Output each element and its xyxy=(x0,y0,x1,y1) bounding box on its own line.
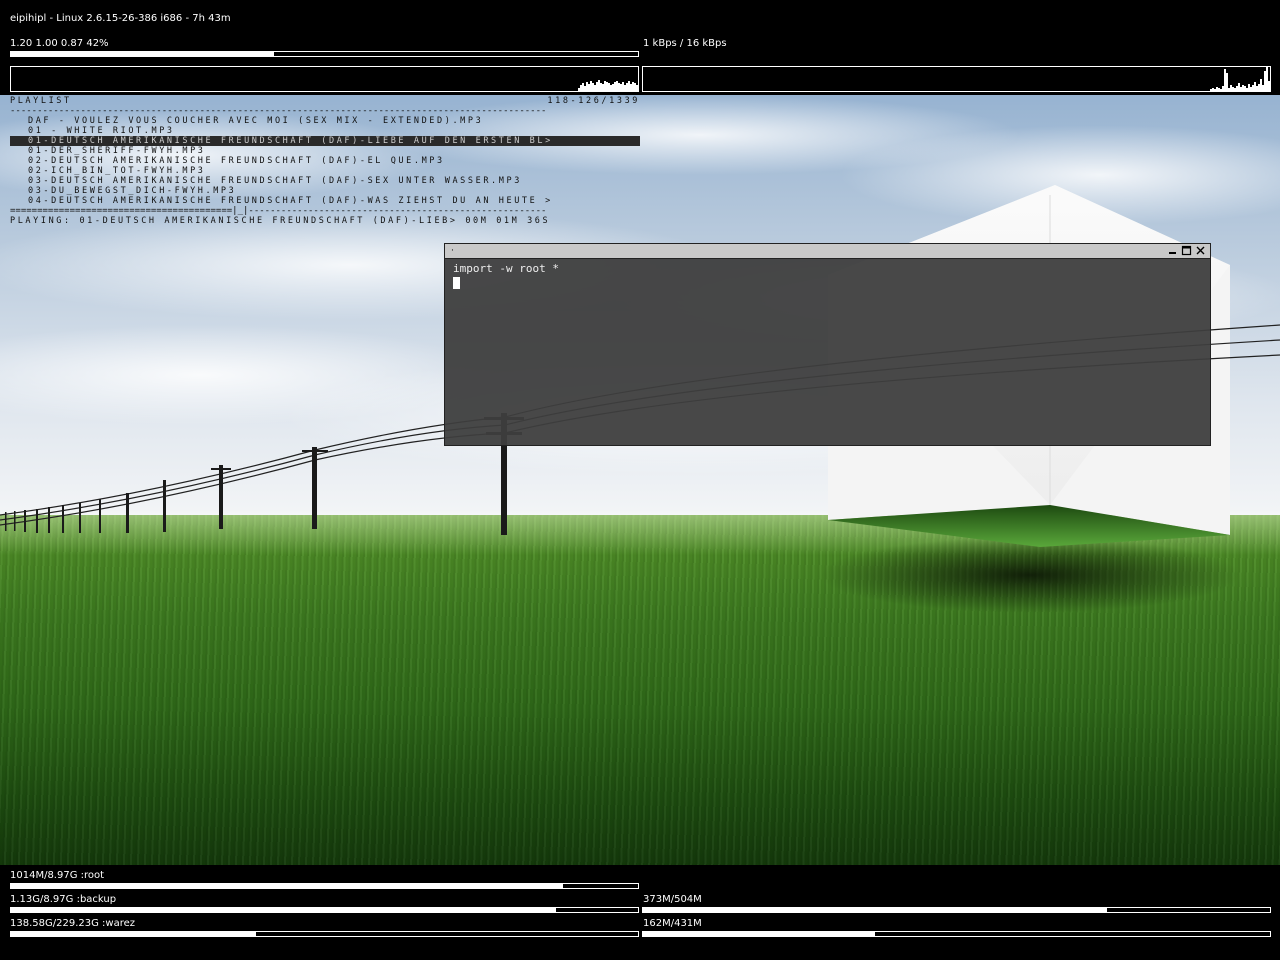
cpu-graph xyxy=(10,66,639,92)
network-speed: 1 kBps / 16 kBps xyxy=(643,38,727,49)
playlist-item[interactable]: 02-ICH_BIN_TOT-FWYH.MP3 xyxy=(10,166,640,176)
playlist-item[interactable]: 01-DER_SHERIFF-FWYH.MP3 xyxy=(10,146,640,156)
minimize-icon[interactable] xyxy=(1167,245,1178,256)
network-graph xyxy=(642,66,1271,92)
maximize-icon[interactable] xyxy=(1181,245,1192,256)
terminal-cursor xyxy=(453,277,460,289)
terminal-content[interactable]: import -w root * xyxy=(445,259,1210,295)
cpu-bar xyxy=(10,51,639,57)
close-icon[interactable] xyxy=(1195,245,1206,256)
load-average: 1.20 1.00 0.87 42% xyxy=(10,38,109,49)
memory-usage-bar xyxy=(642,907,1271,913)
disk-usage-bar-fill xyxy=(11,908,557,912)
playlist-item[interactable]: 03-DU_BEWEGST_DICH-FWYH.MP3 xyxy=(10,186,640,196)
memory-usage-bar-fill xyxy=(643,932,875,936)
playlist-item[interactable]: DAF - VOULEZ VOUS COUCHER AVEC MOI (SEX … xyxy=(10,116,640,126)
playlist-item[interactable]: 01-DEUTSCH AMERIKANISCHE FREUNDSCHAFT (D… xyxy=(10,136,640,146)
disk-usage-bar-fill xyxy=(11,932,256,936)
playlist-progress: ========================================… xyxy=(10,206,547,216)
terminal-window[interactable]: · import -w root * xyxy=(444,243,1211,446)
playlist-item[interactable]: 02-DEUTSCH AMERIKANISCHE FREUNDSCHAFT (D… xyxy=(10,156,640,166)
memory-usage-bar-fill xyxy=(643,908,1107,912)
music-playlist: PLAYLIST 118-126/1339 ------------------… xyxy=(10,96,640,226)
disk-usage-bar xyxy=(10,931,639,937)
disk-usage-bar xyxy=(10,907,639,913)
terminal-command-line: import -w root * xyxy=(453,262,559,275)
disk-usage-label: 1014M/8.97G :root xyxy=(10,870,105,881)
cube-shadow xyxy=(820,537,1240,613)
now-playing: PLAYING: 01-DEUTSCH AMERIKANISCHE FREUND… xyxy=(10,216,551,226)
playlist-title: PLAYLIST xyxy=(10,96,72,106)
memory-usage-label: 162M/431M xyxy=(643,918,702,929)
disk-usage-label: 138.58G/229.23G :warez xyxy=(10,918,135,929)
playlist-item[interactable]: 03-DEUTSCH AMERIKANISCHE FREUNDSCHAFT (D… xyxy=(10,176,640,186)
playlist-item[interactable]: 01 - WHITE RIOT.MP3 xyxy=(10,126,640,136)
playlist-position: 118-126/1339 xyxy=(547,96,640,106)
system-header: eipihipl - Linux 2.6.15-26-386 i686 - 7h… xyxy=(10,13,231,24)
playlist-separator: ----------------------------------------… xyxy=(10,106,547,116)
terminal-titlebar[interactable]: · xyxy=(445,244,1210,259)
cpu-bar-fill xyxy=(11,52,275,56)
window-menu-icon[interactable]: · xyxy=(451,245,454,257)
disk-usage-bar xyxy=(10,883,639,889)
disk-usage-bar-fill xyxy=(11,884,563,888)
playlist-header: PLAYLIST 118-126/1339 xyxy=(10,96,640,106)
cpu-graph-plot xyxy=(578,80,638,91)
memory-usage-label: 373M/504M xyxy=(643,894,702,905)
playlist-item[interactable]: 04-DEUTSCH AMERIKANISCHE FREUNDSCHAFT (D… xyxy=(10,196,640,206)
memory-usage-bar xyxy=(642,931,1271,937)
network-graph-plot xyxy=(1210,67,1270,91)
disk-usage-label: 1.13G/8.97G :backup xyxy=(10,894,117,905)
